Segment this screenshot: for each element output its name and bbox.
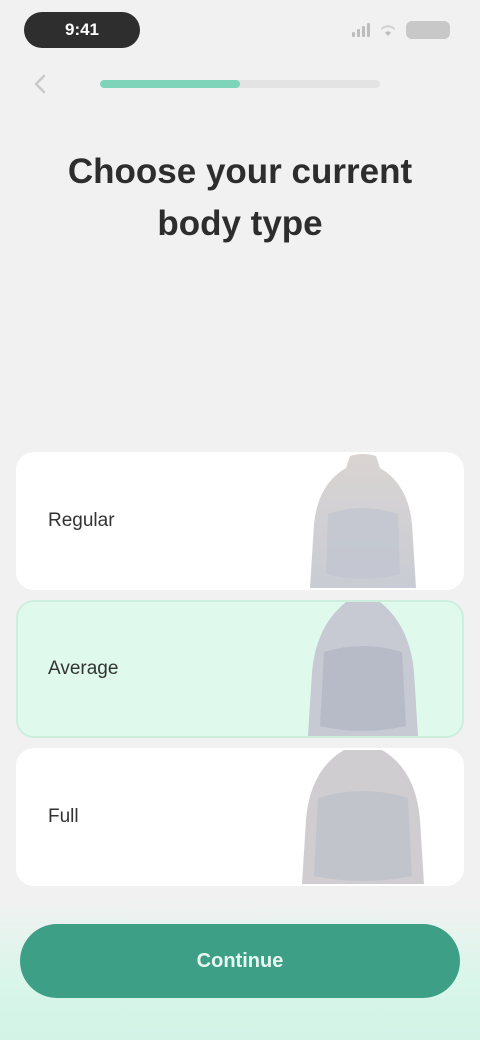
- status-time: 9:41: [24, 12, 140, 48]
- option-label: Regular: [48, 510, 115, 531]
- status-icons: [352, 20, 450, 40]
- option-label: Full: [48, 806, 79, 827]
- continue-button[interactable]: Continue: [20, 924, 460, 998]
- progress-fill: [100, 80, 240, 88]
- option-average[interactable]: Average: [16, 600, 464, 738]
- option-full[interactable]: Full: [16, 748, 464, 886]
- header: [0, 60, 480, 108]
- back-button[interactable]: [22, 66, 58, 102]
- option-label: Average: [48, 658, 119, 679]
- body-type-screen: 9:41 Choose your current body type Regul…: [0, 0, 480, 1040]
- body-silhouette-icon: [310, 454, 416, 588]
- body-silhouette-icon: [302, 750, 424, 884]
- body-type-options: Regular Average Full: [16, 452, 464, 896]
- battery-icon: [406, 21, 450, 39]
- option-regular[interactable]: Regular: [16, 452, 464, 590]
- progress-bar: [100, 80, 380, 88]
- status-bar: 9:41: [0, 0, 480, 60]
- chevron-left-icon: [34, 74, 46, 94]
- signal-icon: [352, 23, 370, 37]
- wifi-icon: [380, 25, 396, 36]
- body-silhouette-icon: [308, 602, 418, 736]
- page-title: Choose your current body type: [67, 152, 413, 243]
